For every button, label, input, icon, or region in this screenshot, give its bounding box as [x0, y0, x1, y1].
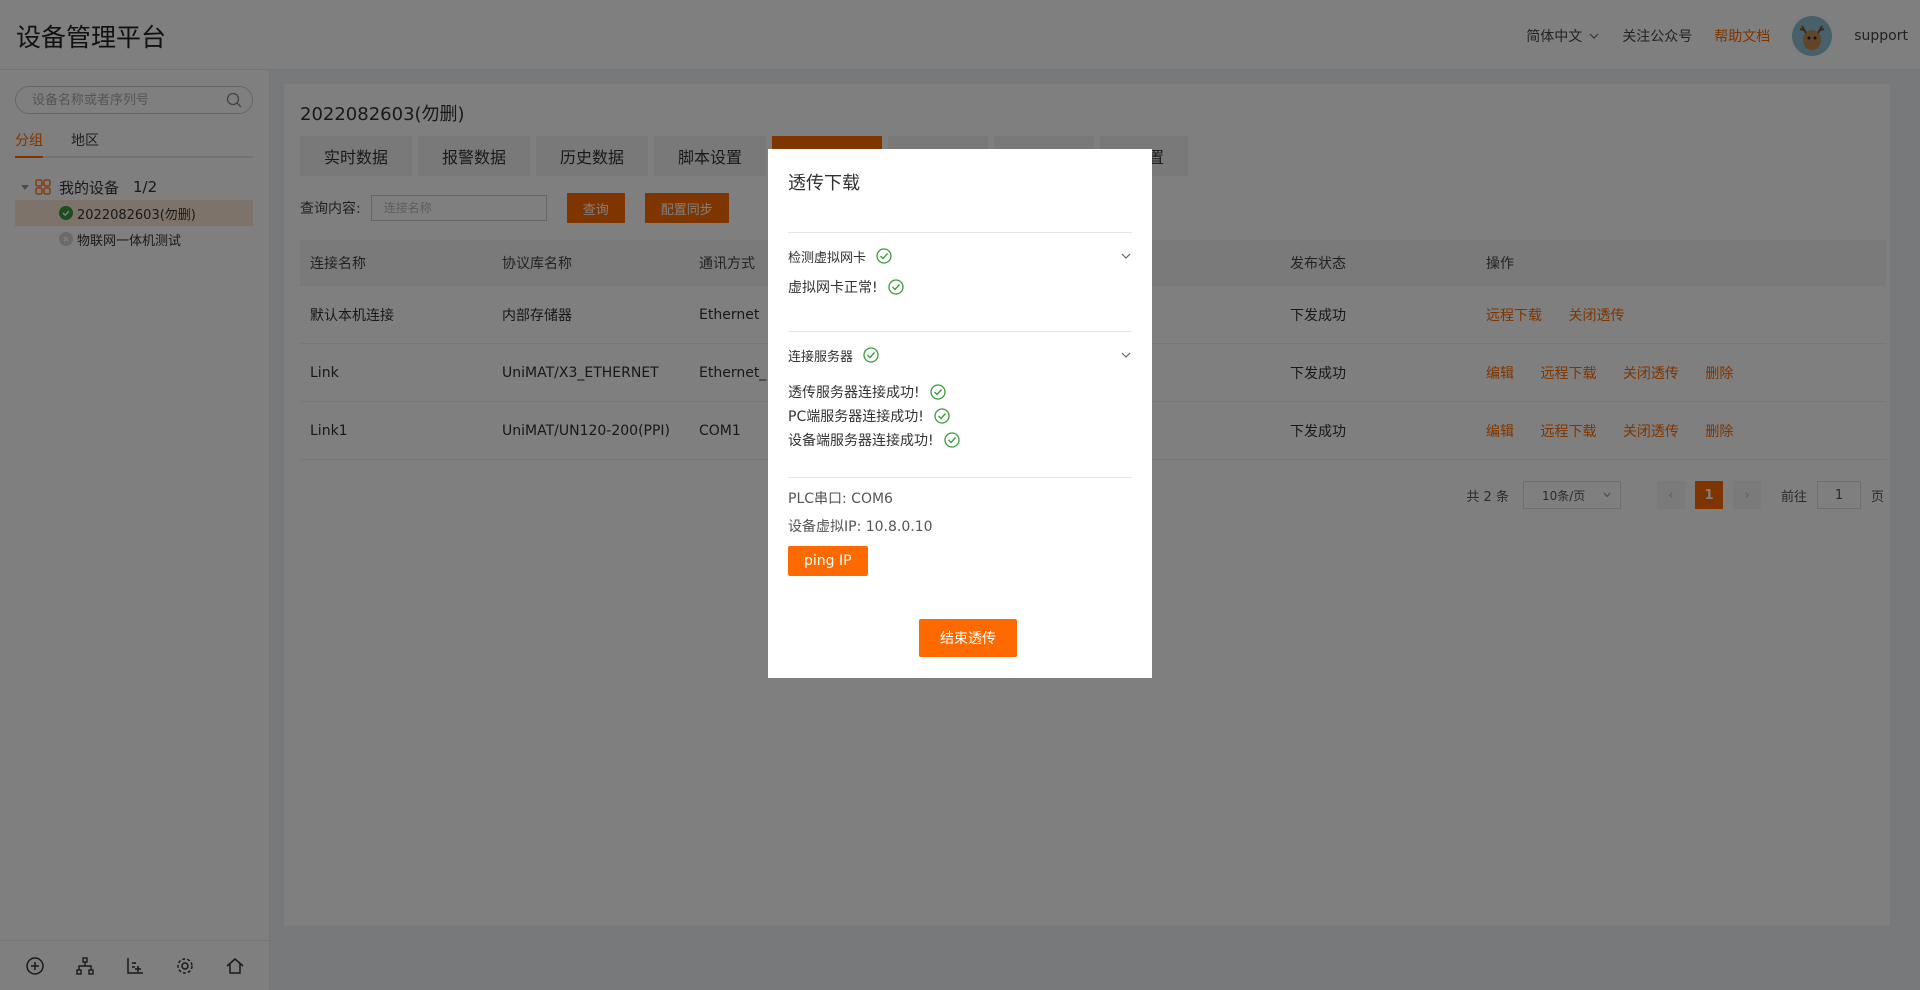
- check-circle-icon: [876, 248, 892, 264]
- passthrough-download-dialog: 透传下载 检测虚拟网卡 虚拟网卡正常! 连接服务器 透传服务器连接成功! PC端…: [768, 149, 1152, 678]
- virtual-ip: 设备虚拟IP: 10.8.0.10: [788, 519, 933, 535]
- section-title: 检测虚拟网卡: [788, 250, 867, 266]
- status-line: 设备端服务器连接成功!: [788, 428, 1132, 452]
- check-circle-icon: [863, 347, 879, 363]
- chevron-down-icon[interactable]: [1120, 250, 1132, 262]
- check-circle-icon: [934, 408, 950, 424]
- status-text: 虚拟网卡正常!: [788, 280, 878, 296]
- status-line: 透传服务器连接成功!: [788, 380, 1132, 404]
- status-text: 设备端服务器连接成功!: [788, 433, 934, 449]
- section-virtual-nic: 检测虚拟网卡 虚拟网卡正常!: [788, 232, 1132, 299]
- section-device-info: PLC串口: COM6 设备虚拟IP: 10.8.0.10 ping IP: [788, 477, 1132, 576]
- section-header[interactable]: 检测虚拟网卡: [788, 233, 1132, 279]
- section-header[interactable]: 连接服务器: [788, 332, 1132, 378]
- section-connect-server: 连接服务器 透传服务器连接成功! PC端服务器连接成功! 设备端服务器连接成功!: [788, 331, 1132, 452]
- end-passthrough-button[interactable]: 结束透传: [919, 619, 1017, 657]
- check-circle-icon: [887, 279, 904, 295]
- check-circle-icon: [943, 432, 960, 448]
- chevron-down-icon[interactable]: [1120, 349, 1132, 361]
- status-line: PC端服务器连接成功!: [788, 404, 1132, 428]
- ping-ip-button[interactable]: ping IP: [788, 546, 868, 576]
- plc-port: PLC串口: COM6: [788, 491, 893, 507]
- check-circle-icon: [929, 384, 946, 400]
- section-title: 连接服务器: [788, 349, 854, 365]
- status-line: 虚拟网卡正常!: [788, 275, 1132, 299]
- status-text: 透传服务器连接成功!: [788, 385, 920, 401]
- status-text: PC端服务器连接成功!: [788, 409, 924, 425]
- dialog-title: 透传下载: [788, 173, 860, 194]
